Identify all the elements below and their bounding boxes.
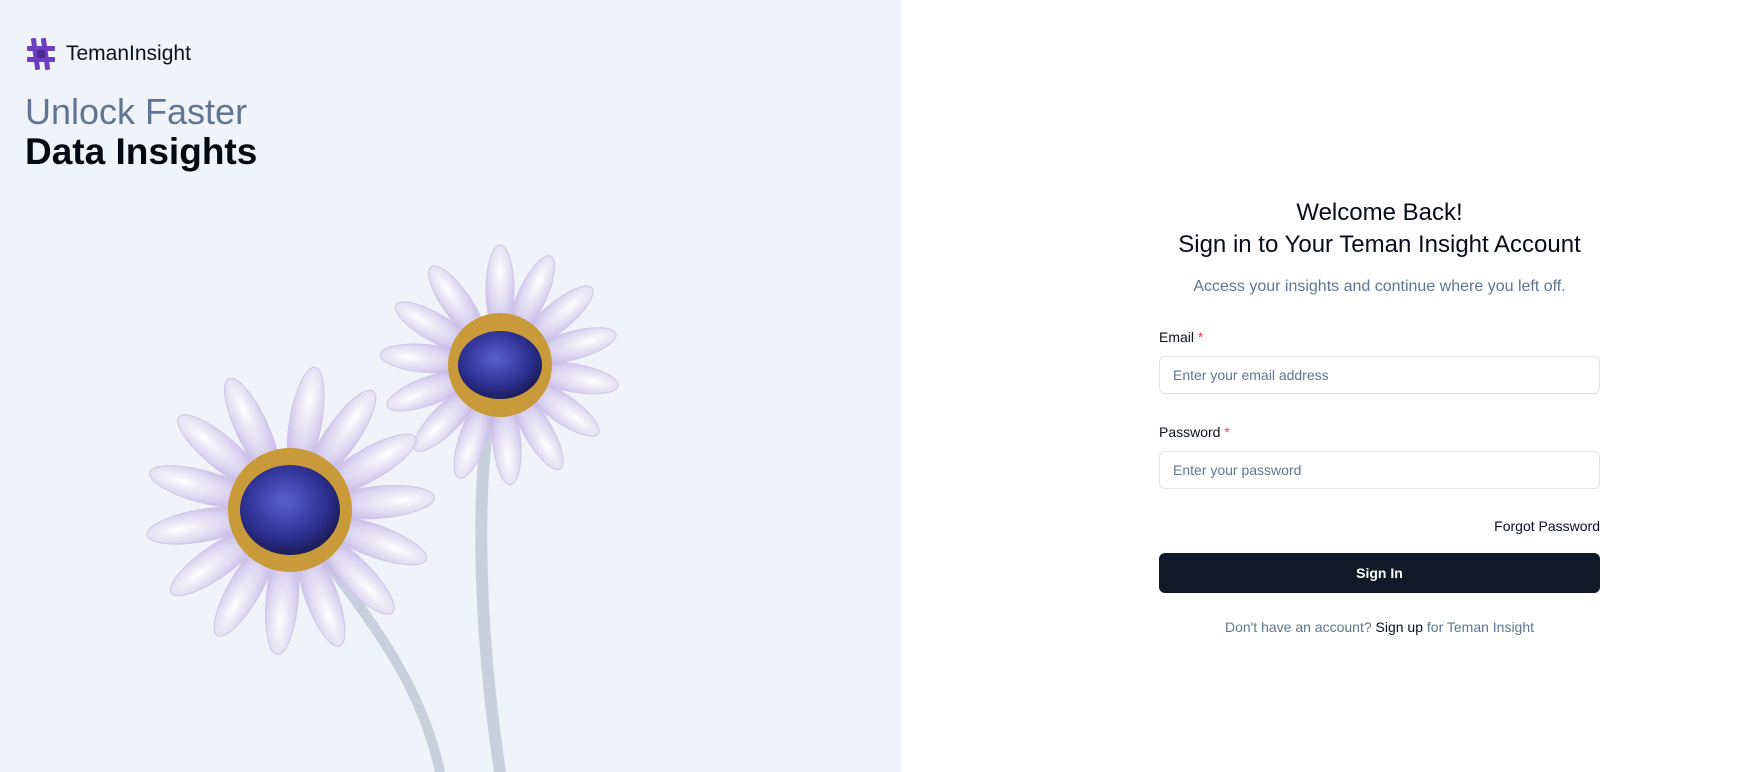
form-title-line1: Welcome Back! — [1296, 199, 1463, 226]
form-title-line2: Sign in to Your Teman Insight Account — [1178, 231, 1581, 258]
signup-prompt: Don't have an account? Sign up for Teman… — [1159, 619, 1600, 635]
signup-suffix: for Teman Insight — [1426, 619, 1535, 635]
password-label-text: Password — [1159, 424, 1221, 440]
glass-flowers-illustration — [146, 244, 619, 772]
hero-headline-line1: Unlock Faster — [25, 91, 248, 132]
email-label: Email * — [1159, 329, 1600, 345]
hero-headline: Unlock Faster Data Insights — [25, 92, 257, 172]
password-label: Password * — [1159, 424, 1600, 440]
teman-insight-logo-icon — [27, 37, 55, 71]
form-subtitle: Access your insights and continue where … — [1193, 278, 1566, 295]
forgot-password-link[interactable]: Forgot Password — [1159, 518, 1600, 534]
signup-prefix: Don't have an account? — [1224, 619, 1372, 635]
email-required-mark: * — [1197, 329, 1204, 345]
hero-headline-line2: Data Insights — [25, 131, 258, 172]
sign-in-form: Welcome Back! Sign in to Your Teman Insi… — [1159, 197, 1600, 635]
email-label-text: Email — [1159, 329, 1195, 345]
brand[interactable]: TemanInsight — [26, 37, 191, 71]
login-panel: Welcome Back! Sign in to Your Teman Insi… — [901, 0, 1754, 772]
password-required-mark: * — [1224, 424, 1230, 440]
password-placeholder: Enter your password — [1173, 462, 1302, 478]
hero-panel: TemanInsight Unlock Faster Data Insights — [0, 0, 901, 772]
email-field[interactable]: Enter your email address — [1159, 356, 1600, 394]
password-field[interactable]: Enter your password — [1159, 451, 1600, 489]
form-title: Welcome Back! Sign in to Your Teman Insi… — [1159, 197, 1600, 261]
sign-up-link[interactable]: Sign up — [1376, 619, 1423, 635]
brand-name: TemanInsight — [66, 42, 191, 65]
email-placeholder: Enter your email address — [1173, 367, 1329, 383]
sign-in-button[interactable]: Sign In — [1159, 553, 1600, 593]
